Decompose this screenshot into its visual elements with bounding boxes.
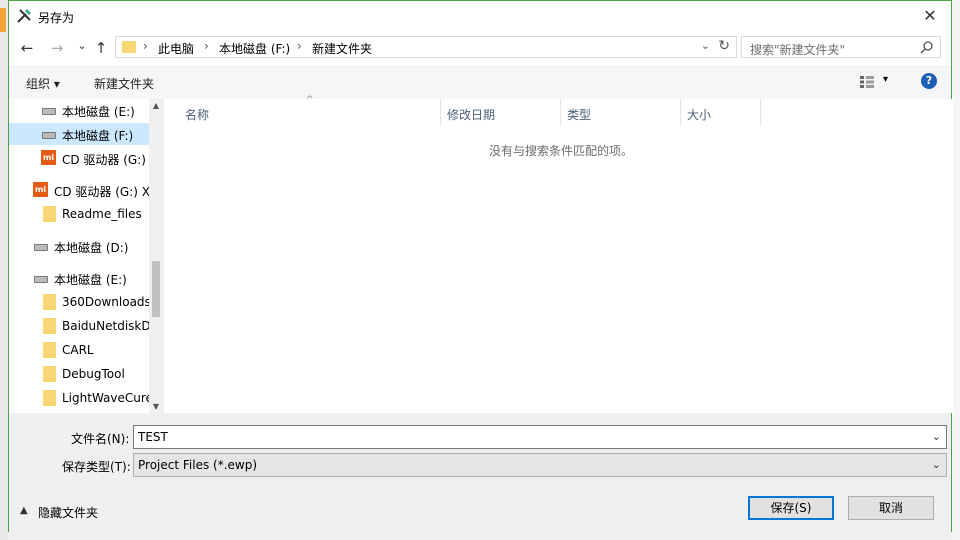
tree-item-label: 本地磁盘 (E:) [62,105,135,119]
breadcrumb-new-folder[interactable]: 新建文件夹 [312,40,372,57]
organize-button[interactable]: 组织 ▾ [26,75,60,92]
folder-icon [43,366,56,382]
filename-label: 文件名(N): [71,432,130,446]
chevron-up-icon: ▲ [20,505,28,516]
filetype-value: Project Files (*.ewp) [138,458,258,472]
tree-item-debugtool[interactable]: DebugTool [9,363,149,385]
search-icon[interactable] [920,40,934,54]
breadcrumb-drive-f[interactable]: 本地磁盘 (F:) [219,40,290,57]
view-options-icon[interactable] [859,75,875,89]
column-header-type[interactable]: 类型 [561,99,681,126]
background-window-strip [0,0,8,540]
tree-item-label: CD 驱动器 (G:) X [62,153,149,167]
help-button[interactable]: ? [921,73,937,89]
drive-icon [42,108,56,115]
drive-icon [34,276,48,283]
drive-icon [34,244,48,251]
tree-item-label: CARL [62,343,94,357]
tree-item-drive-e[interactable]: 本地磁盘 (E:) [9,99,149,121]
close-button[interactable]: ✕ [909,1,951,31]
filetype-select[interactable]: Project Files (*.ewp) ⌄ [133,453,947,477]
cancel-button[interactable]: 取消 [848,496,934,520]
chevron-down-icon[interactable]: ⌄ [932,430,941,443]
up-button[interactable]: ↑ [91,39,111,57]
tree-item-360downloads[interactable]: 360Downloads [9,291,149,313]
folder-icon [43,390,56,406]
tree-item-label: DebugTool [62,367,125,381]
app-icon [17,8,32,23]
empty-message: 没有与搜索条件匹配的项。 [489,144,634,158]
background-accent [0,8,6,32]
view-dropdown-icon[interactable]: ▾ [883,74,888,85]
tree-item-drive-e-2[interactable]: 本地磁盘 (E:) [9,267,149,289]
breadcrumb-separator: › [297,39,302,53]
column-header-size[interactable]: 大小 [681,99,761,126]
tree-item-label: 本地磁盘 (F:) [62,129,134,143]
column-header-name[interactable]: 名称 [179,99,441,126]
window-title: 另存为 [38,11,75,25]
folder-icon [43,318,56,334]
scroll-thumb[interactable] [152,261,160,317]
tree-item-label: CD 驱动器 (G:) X [54,185,149,199]
navigation-pane-scrollbar[interactable]: ▲ ▼ [149,99,163,413]
tree-item-label: 本地磁盘 (E:) [54,273,127,287]
forward-button[interactable]: → [47,39,67,57]
new-folder-button[interactable]: 新建文件夹 [94,75,154,92]
drive-icon [42,132,56,139]
tree-item-baidunetdisk[interactable]: BaiduNetdiskDownload [9,315,149,337]
save-button[interactable]: 保存(S) [748,496,834,520]
tree-item-cd-drive[interactable]: mi CD 驱动器 (G:) X [9,147,149,169]
folder-icon [43,342,56,358]
tree-item-lightwavecure[interactable]: LightWaveCure [9,387,149,409]
folder-icon [122,41,136,53]
tree-item-cd-drive[interactable]: mi CD 驱动器 (G:) X [9,179,149,201]
back-button[interactable]: ← [17,39,37,57]
cd-drive-icon: mi [33,182,48,197]
scroll-down-icon[interactable]: ▼ [149,402,163,411]
tree-item-drive-f[interactable]: 本地磁盘 (F:) [9,123,149,145]
file-list-pane: ^ 名称 修改日期 类型 大小 没有与搜索条件匹配的项。 [164,95,953,413]
column-header-label: 大小 [687,108,712,122]
column-header-label: 修改日期 [447,108,496,122]
navigation-pane: 本地磁盘 (E:) 本地磁盘 (F:) mi CD 驱动器 (G:) X mi … [9,99,149,413]
hide-folders-label: 隐藏文件夹 [38,506,99,520]
chevron-down-icon[interactable]: ⌄ [701,39,710,52]
navigation-bar: ← → ⌄ ↑ › 此电脑 › 本地磁盘 (F:) › 新建文件夹 ⌄ ↻ 搜索… [9,31,951,65]
tree-item-label: BaiduNetdiskDownload [62,319,149,333]
scroll-up-icon[interactable]: ▲ [149,101,163,110]
search-input[interactable]: 搜索"新建文件夹" [741,36,941,58]
breadcrumb-this-pc[interactable]: 此电脑 [158,40,194,57]
column-header-label: 类型 [567,108,592,122]
search-placeholder: 搜索"新建文件夹" [750,43,846,57]
tree-item-label: Readme_files [62,207,142,221]
refresh-icon[interactable]: ↻ [718,38,730,54]
filetype-label: 保存类型(T): [62,460,131,474]
save-options-pane: 文件名(N): TEST ⌄ 保存类型(T): Project Files (*… [9,413,951,533]
tree-item-carl[interactable]: CARL [9,339,149,361]
tree-item-label: 本地磁盘 (D:) [54,241,129,255]
command-toolbar: 组织 ▾ 新建文件夹 ▾ ? [9,65,951,99]
tree-item-readme-files[interactable]: Readme_files [9,203,149,225]
tree-item-label: 360Downloads [62,295,149,309]
folder-icon [43,206,56,222]
column-header-date-modified[interactable]: 修改日期 [441,99,561,126]
breadcrumb-separator: › [204,39,209,53]
chevron-down-icon[interactable]: ⌄ [932,458,941,471]
breadcrumb-separator: › [143,39,148,53]
column-header-label: 名称 [185,108,210,122]
save-as-dialog: 另存为 ✕ ← → ⌄ ↑ › 此电脑 › 本地磁盘 (F:) › 新建文件夹 … [8,0,953,533]
filename-input[interactable]: TEST ⌄ [133,425,947,449]
cd-drive-icon: mi [41,150,56,165]
tree-item-label: LightWaveCure [62,391,149,405]
background-window-strip-right [952,0,960,540]
recent-locations-button[interactable]: ⌄ [72,37,92,55]
title-bar: 另存为 ✕ [9,1,951,31]
folder-icon [43,294,56,310]
tree-item-drive-d[interactable]: 本地磁盘 (D:) [9,235,149,257]
filename-value: TEST [138,430,168,444]
address-bar[interactable]: › 此电脑 › 本地磁盘 (F:) › 新建文件夹 ⌄ ↻ [115,36,737,58]
